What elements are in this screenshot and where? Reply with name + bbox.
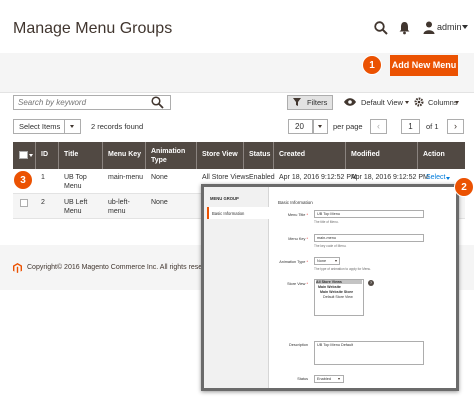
user-icon[interactable] [423, 21, 435, 34]
cell-animation: None [151, 199, 168, 206]
default-view-dropdown[interactable]: Default View [361, 98, 403, 107]
column-header-title[interactable]: Title [64, 150, 78, 159]
search-icon[interactable] [374, 21, 388, 35]
records-found-count: 2 records found [91, 122, 144, 131]
next-page-button[interactable]: › [447, 119, 464, 134]
chevron-down-icon [335, 260, 337, 262]
step-badge-2: 2 [454, 177, 474, 197]
copyright-text: Copyright© 2016 Magento Commerce Inc. Al… [27, 264, 218, 271]
animation-type-note: The type of animation to apply for Menu. [314, 267, 372, 271]
store-option[interactable]: All Store Views [316, 280, 362, 284]
cell-id: 1 [41, 174, 45, 181]
row-action-select[interactable]: Select [426, 174, 445, 181]
cell-animation: None [151, 174, 168, 181]
per-page-input[interactable]: 20 [288, 119, 313, 134]
add-new-menu-button[interactable]: Add New Menu [390, 55, 458, 76]
user-menu-caret-icon[interactable] [462, 25, 468, 29]
page-title: Manage Menu Groups [13, 20, 173, 37]
total-pages-label: of 1 [426, 122, 439, 131]
user-name[interactable]: admin [437, 22, 462, 32]
form-sidebar-title: MENU GROUP [210, 196, 239, 201]
cell-created: Apr 18, 2016 9:12:52 PM [279, 174, 357, 181]
store-option[interactable]: Default Store View [323, 295, 353, 299]
notification-bell-icon[interactable] [398, 21, 411, 35]
menu-title-label: Menu Title * [287, 212, 308, 217]
menu-key-label: Menu Key * [288, 236, 308, 241]
menu-key-note: The key code of Menu. [314, 244, 347, 248]
status-label: Status [297, 377, 308, 381]
animation-type-label: Animation Type * [279, 259, 308, 264]
columns-dropdown[interactable]: Columns [428, 98, 458, 107]
cell-modified: Apr 18, 2016 9:12:52 PM [351, 174, 429, 181]
filter-funnel-icon [293, 98, 301, 106]
menu-title-field[interactable]: UB Top Menu [314, 210, 424, 218]
cell-menu-key: main-menu [108, 174, 144, 181]
current-page-input[interactable]: 1 [401, 119, 420, 134]
mass-select-label: Select Items [19, 122, 61, 131]
cell-title: UB Left Menu [64, 199, 88, 215]
magento-logo-icon [13, 263, 22, 273]
chevron-down-icon[interactable] [29, 154, 33, 157]
menu-title-note: The title of Menu. [314, 220, 339, 224]
description-textarea[interactable]: UB Top Menu Default [314, 341, 424, 365]
step-badge-1: 1 [362, 55, 382, 75]
keyword-search-input[interactable] [18, 97, 138, 108]
eye-icon [344, 98, 356, 106]
store-option: Main Website Store [320, 290, 354, 294]
cell-status: Enabled [249, 174, 275, 181]
chevron-down-icon [70, 125, 74, 128]
column-header-store-view[interactable]: Store View [202, 150, 238, 159]
cell-menu-key: ub-left-menu [108, 199, 130, 215]
tab-label: Basic Information [212, 211, 245, 216]
description-label: Description [289, 343, 308, 347]
per-page-label: per page [333, 122, 363, 131]
filters-label: Filters [307, 98, 328, 107]
column-header-modified[interactable]: Modified [351, 150, 380, 159]
step-badge-3: 3 [13, 170, 33, 190]
chevron-down-icon [318, 125, 322, 128]
chevron-down-icon [405, 101, 409, 104]
cell-title: UB Top Menu [64, 174, 87, 190]
cell-id: 2 [41, 199, 45, 206]
chevron-down-icon [455, 101, 459, 104]
store-option: Main Website [318, 285, 341, 289]
column-header-action: Action [423, 151, 445, 158]
column-header-id[interactable]: ID [41, 150, 48, 159]
gear-icon [414, 97, 424, 107]
chevron-down-icon [338, 378, 340, 380]
column-header-status[interactable]: Status [249, 150, 270, 159]
column-header-created[interactable]: Created [279, 150, 305, 159]
grid-header-row [13, 142, 465, 169]
menu-key-field[interactable]: main-menu [314, 234, 424, 242]
previous-page-button[interactable]: ‹ [370, 119, 387, 134]
form-section-title: Basic Information [278, 200, 313, 205]
select-all-checkbox[interactable] [19, 151, 28, 159]
store-view-label: Store View * [287, 281, 308, 286]
chevron-down-icon[interactable] [446, 177, 450, 180]
help-icon[interactable]: ? [368, 280, 374, 286]
row-checkbox[interactable] [20, 199, 28, 207]
cell-store-view: All Store Views [202, 174, 249, 181]
column-header-menu-key[interactable]: Menu Key [108, 150, 141, 159]
search-icon[interactable] [151, 96, 164, 109]
column-header-animation-type[interactable]: Animation Type [151, 147, 191, 165]
